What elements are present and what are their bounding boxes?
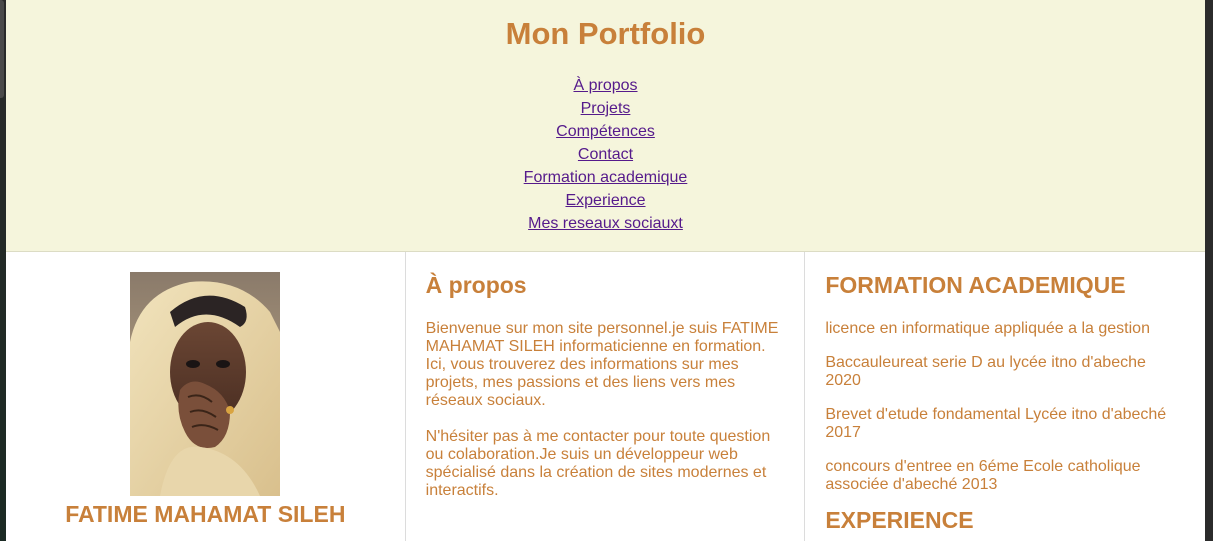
about-heading: À propos [425,272,527,298]
formation-item: Brevet d'etude fondamental Lycée itno d'… [825,406,1167,441]
formation-column: FORMATION ACADEMIQUE licence en informat… [805,252,1205,541]
scrollbar-track[interactable] [1205,0,1213,541]
main-nav: À propos Projets Compétences Contact For… [6,74,1205,235]
formation-item: concours d'entree en 6éme Ecole catholiq… [825,458,1141,493]
experience-heading: EXPERIENCE [825,507,974,533]
formation-heading: FORMATION ACADEMIQUE [825,272,1126,298]
nav-link-formation[interactable]: Formation academique [524,166,688,189]
about-paragraph: N'hésiter pas à me contacter pour toute … [425,428,771,499]
formation-item: Baccauleureat serie D au lycée itno d'ab… [825,354,1146,389]
page-title: Mon Portfolio [505,16,706,51]
nav-link-experience[interactable]: Experience [565,189,645,212]
side-tab-handle[interactable] [0,0,4,98]
about-paragraph: Bienvenue sur mon site personnel.je suis… [425,320,779,409]
site-header: Mon Portfolio À propos Projets Compétenc… [6,0,1205,252]
profile-photo [130,272,281,496]
nav-link-projets[interactable]: Projets [581,97,631,120]
about-column: À propos Bienvenue sur mon site personne… [406,252,806,541]
profile-column: FATIME MAHAMAT SILEH [6,252,406,541]
nav-link-a-propos[interactable]: À propos [573,74,637,97]
formation-item: licence en informatique appliquée a la g… [825,320,1150,337]
profile-name: FATIME MAHAMAT SILEH [65,501,346,527]
nav-link-reseaux[interactable]: Mes reseaux sociauxt [528,212,683,235]
nav-link-contact[interactable]: Contact [578,143,633,166]
nav-link-competences[interactable]: Compétences [556,120,655,143]
content-columns: FATIME MAHAMAT SILEH À propos Bienvenue … [6,252,1205,541]
